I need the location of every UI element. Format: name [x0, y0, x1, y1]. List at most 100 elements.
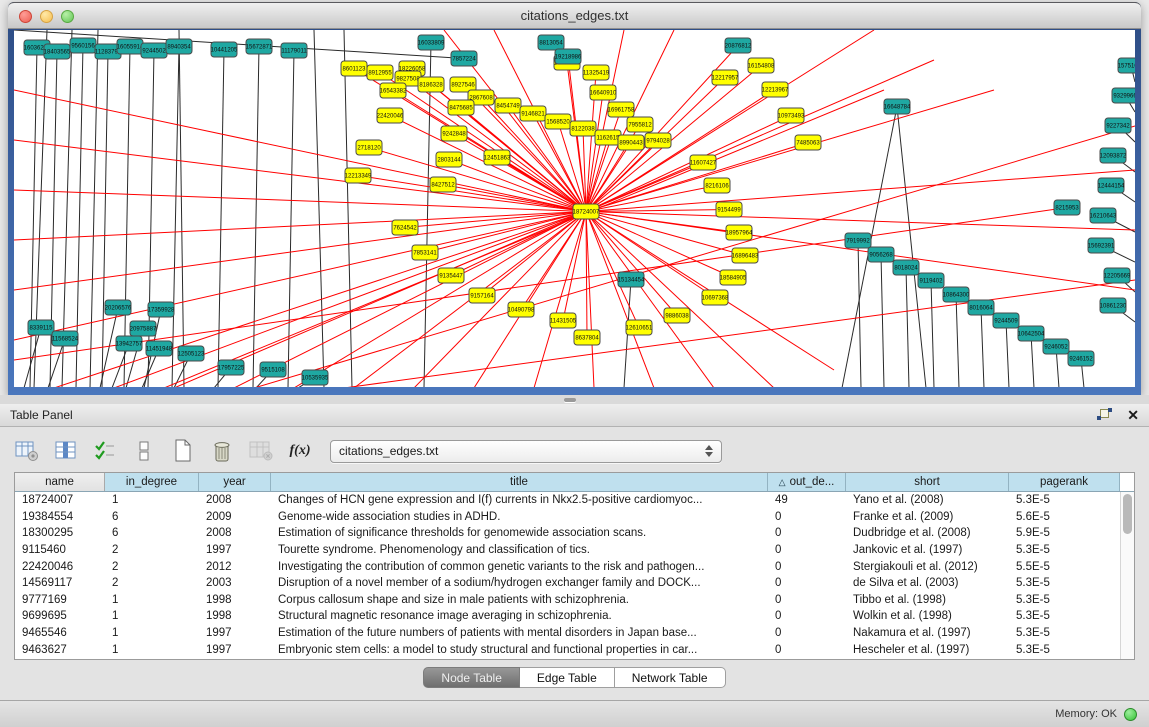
graph-node[interactable]: 16648784	[884, 99, 911, 114]
table-row[interactable]: 911546021997Tourette syndrome. Phenomeno…	[15, 542, 1134, 559]
graph-node[interactable]: 15672871	[246, 39, 273, 54]
graph-node[interactable]: 11451948	[146, 341, 173, 356]
graph-node[interactable]: 9157164	[469, 288, 495, 303]
graph-node[interactable]: 8339115	[28, 320, 54, 335]
graph-node[interactable]: 9146821	[520, 106, 546, 121]
graph-node[interactable]: 17957225	[218, 360, 245, 375]
graph-node[interactable]: 18403565	[44, 44, 71, 59]
split-handle[interactable]	[564, 398, 576, 402]
graph-node[interactable]: 9515108	[260, 362, 286, 377]
graph-node[interactable]: 12205669	[1104, 268, 1131, 283]
graph-node[interactable]: 9329966	[1112, 88, 1135, 103]
graph-node[interactable]: 11568524	[52, 331, 79, 346]
table-selector[interactable]: citations_edges.txt	[330, 440, 722, 463]
memory-indicator-icon[interactable]	[1124, 708, 1137, 721]
float-panel-icon[interactable]	[1097, 408, 1113, 422]
graph-node[interactable]: 9246152	[1068, 351, 1094, 366]
tab-edge-table[interactable]: Edge Table	[520, 667, 615, 688]
column-header[interactable]: △out_de...	[768, 473, 846, 491]
graph-node[interactable]: 8018024	[893, 260, 919, 275]
graph-node[interactable]: 12093872	[1100, 148, 1127, 163]
column-header[interactable]: in_degree	[105, 473, 199, 491]
graph-node[interactable]: 8601123	[341, 61, 367, 76]
hub-node[interactable]: 18724007	[573, 204, 600, 219]
graph-node[interactable]: 9154499	[716, 202, 742, 217]
graph-node[interactable]: 1162615	[595, 130, 621, 145]
table-row[interactable]: 946554611997Estimation of the future num…	[15, 625, 1134, 642]
graph-node[interactable]: 9244509	[993, 313, 1019, 328]
graph-node[interactable]: 8122038	[570, 121, 596, 136]
graph-node[interactable]: 22420046	[377, 108, 404, 123]
graph-node[interactable]: 9119402	[918, 273, 944, 288]
graph-node[interactable]: 2803144	[436, 152, 462, 167]
graph-node[interactable]: 16210643	[1090, 208, 1117, 223]
graph-node[interactable]: 12217957	[712, 70, 739, 85]
graph-node[interactable]: 16961758	[608, 102, 635, 117]
graph-node[interactable]: 8216106	[704, 178, 730, 193]
graph-node[interactable]: 15134454	[618, 272, 645, 287]
graph-node[interactable]: 8215953	[1054, 200, 1080, 215]
graph-node[interactable]: 8016064	[968, 300, 994, 315]
graph-node[interactable]: 16055914	[117, 39, 144, 54]
close-panel-icon[interactable]: ✕	[1127, 408, 1139, 422]
network-window[interactable]: citations_edges.txt 18724007860112389129…	[8, 2, 1141, 395]
graph-node[interactable]: 8427512	[430, 177, 456, 192]
graph-node[interactable]: 8454749	[495, 98, 521, 113]
graph-node[interactable]: 8940354	[166, 39, 192, 54]
graph-node[interactable]: 7624542	[392, 220, 418, 235]
column-header[interactable]: name	[15, 473, 105, 491]
graph-node[interactable]: 7955812	[627, 117, 653, 132]
graph-node[interactable]: 13942757	[116, 336, 143, 351]
table-row[interactable]: 1938455462009Genome-wide association stu…	[15, 509, 1134, 526]
table-row[interactable]: 1456911722003Disruption of a novel membe…	[15, 575, 1134, 592]
graph-node[interactable]: 20975887	[130, 321, 157, 336]
graph-node[interactable]: 15692391	[1088, 238, 1115, 253]
table-row[interactable]: 977716911998Corpus callosum shape and si…	[15, 592, 1134, 609]
function-builder-icon[interactable]: f(x)	[287, 439, 313, 463]
graph-node[interactable]: 12610651	[626, 320, 653, 335]
graph-node[interactable]: 10535935	[302, 370, 329, 385]
graph-node[interactable]: 10697368	[702, 290, 729, 305]
graph-node[interactable]: 8990443	[618, 135, 644, 150]
delete-table-icon[interactable]	[248, 439, 274, 463]
graph-node[interactable]: 9056268	[868, 247, 894, 262]
table-row[interactable]: 1830029562008Estimation of significance …	[15, 525, 1134, 542]
graph-node[interactable]: 7919992	[845, 233, 871, 248]
graph-node[interactable]: 9227342	[1105, 118, 1131, 133]
table-row[interactable]: 1872400712008Changes of HCN gene express…	[15, 492, 1134, 509]
graph-node[interactable]: 16033809	[418, 35, 445, 50]
graph-node[interactable]: 9242848	[441, 126, 467, 141]
graph-node[interactable]: 15751074	[1118, 58, 1135, 73]
graph-node[interactable]: 12213349	[345, 168, 372, 183]
table-mode-icon[interactable]	[14, 439, 40, 463]
graph-node[interactable]: 8813054	[538, 35, 564, 50]
graph-node[interactable]: 11607427	[690, 155, 717, 170]
split-divider[interactable]	[0, 395, 1149, 404]
graph-node[interactable]: 16543382	[380, 83, 407, 98]
graph-node[interactable]: 8475685	[448, 100, 474, 115]
graph-node[interactable]: 7485063	[795, 135, 821, 150]
graph-node[interactable]: 9794028	[645, 133, 671, 148]
column-header[interactable]: year	[199, 473, 271, 491]
graph-node[interactable]: 11325419	[583, 65, 610, 80]
graph-node[interactable]: 9246052	[1043, 339, 1069, 354]
tab-node-table[interactable]: Node Table	[423, 667, 520, 688]
graph-node[interactable]: 10864300	[943, 287, 970, 302]
graph-node[interactable]: 18584905	[720, 270, 747, 285]
graph-node[interactable]: 19218986	[555, 49, 582, 64]
graph-node[interactable]: 10973493	[778, 108, 805, 123]
graph-node[interactable]: 10490798	[508, 302, 535, 317]
network-canvas[interactable]: 1872400786011238912955182260589827508818…	[14, 30, 1135, 387]
column-header[interactable]: title	[271, 473, 768, 491]
zoom-window-icon[interactable]	[61, 10, 74, 23]
table-row[interactable]: 2242004622012Investigating the contribut…	[15, 558, 1134, 575]
graph-node[interactable]: 12505123	[178, 346, 205, 361]
vertical-scrollbar[interactable]	[1120, 492, 1134, 659]
graph-node[interactable]: 10861230	[1100, 298, 1127, 313]
column-header[interactable]: pagerank	[1009, 473, 1120, 491]
graph-node[interactable]: 11431505	[550, 313, 577, 328]
minimize-window-icon[interactable]	[40, 10, 53, 23]
delete-columns-icon[interactable]	[209, 439, 235, 463]
graph-node[interactable]: 10642504	[1018, 326, 1045, 341]
scrollbar-thumb[interactable]	[1123, 494, 1132, 534]
